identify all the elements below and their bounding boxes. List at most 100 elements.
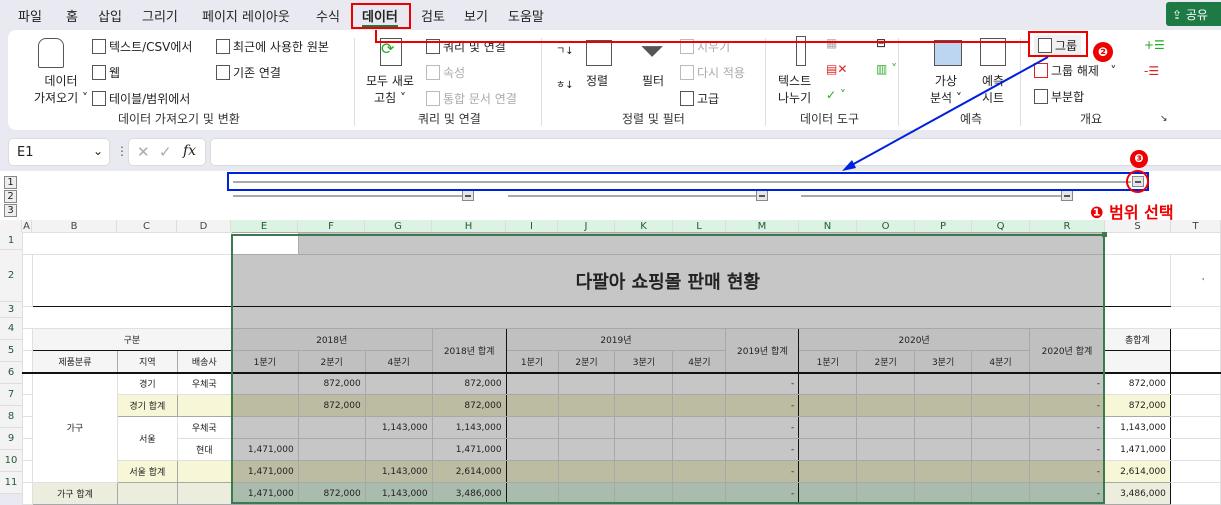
cell-empty[interactable] (614, 416, 674, 439)
cell-empty[interactable] (914, 482, 973, 505)
cell-empty[interactable] (798, 460, 858, 483)
cell-value-e[interactable] (230, 372, 299, 395)
cell-empty[interactable] (798, 416, 858, 439)
cell-empty[interactable] (798, 372, 858, 395)
cell-value-s[interactable]: 872,000 (1103, 372, 1171, 395)
row-header-2[interactable]: 2 (0, 250, 22, 302)
cell-empty[interactable] (971, 372, 1030, 395)
row-header-1[interactable]: 1 (0, 232, 22, 250)
cell-empty[interactable] (614, 482, 674, 505)
cell-empty[interactable] (672, 460, 727, 483)
cell-value-h[interactable]: 1,471,000 (431, 438, 507, 461)
cell-empty[interactable] (856, 372, 916, 395)
cell-value-g[interactable]: 1,143,000 (364, 482, 433, 505)
cell-value-e[interactable]: 1,471,000 (230, 460, 299, 483)
cell-value-f[interactable] (297, 460, 366, 483)
row-header-11[interactable]: 11 (0, 472, 22, 494)
cell-empty[interactable] (914, 460, 973, 483)
cell-value-r[interactable]: - (1028, 372, 1105, 395)
cell-value-s[interactable]: 2,614,000 (1103, 460, 1171, 483)
cell-empty[interactable] (614, 394, 674, 417)
cell-empty[interactable] (914, 372, 973, 395)
cell-value-f[interactable]: 872,000 (297, 372, 366, 395)
cell-value-r[interactable]: - (1028, 438, 1105, 461)
cell-shipper[interactable]: 우체국 (176, 416, 232, 439)
cell-value-r[interactable]: - (1028, 482, 1105, 505)
cell-value-s[interactable]: 1,143,000 (1103, 416, 1171, 439)
row-header-3[interactable]: 3 (0, 302, 22, 318)
cell-empty[interactable] (672, 438, 727, 461)
cell-value-m[interactable]: - (725, 394, 800, 417)
cell-value-s[interactable]: 1,471,000 (1103, 438, 1171, 461)
cell-empty[interactable] (856, 482, 916, 505)
cell-region-subtotal[interactable]: 경기 합계 (116, 394, 178, 417)
cell-empty[interactable] (672, 482, 727, 505)
cell-value-s[interactable]: 3,486,000 (1103, 482, 1171, 505)
cell-empty[interactable] (971, 394, 1030, 417)
cell-empty[interactable] (798, 394, 858, 417)
cell-empty[interactable] (971, 482, 1030, 505)
cell-shipper[interactable]: 현대 (176, 438, 232, 461)
cell-region[interactable]: 경기 (116, 372, 178, 395)
cell-value-e[interactable] (230, 416, 299, 439)
row-header-5[interactable]: 5 (0, 340, 22, 362)
cell-product[interactable]: 가구 (31, 372, 118, 483)
cell-value-h[interactable]: 872,000 (431, 372, 507, 395)
cell-value-m[interactable]: - (725, 460, 800, 483)
cell-value-r[interactable]: - (1028, 394, 1105, 417)
cell-empty[interactable] (505, 438, 559, 461)
cell-empty[interactable] (505, 416, 559, 439)
cell-value-g[interactable] (364, 372, 433, 395)
cell-value-m[interactable]: - (725, 416, 800, 439)
cell-empty[interactable] (557, 438, 616, 461)
cell-value-h[interactable]: 3,486,000 (431, 482, 507, 505)
cell-empty[interactable] (914, 416, 973, 439)
cell-empty[interactable] (914, 394, 973, 417)
cell-empty[interactable] (914, 438, 973, 461)
cell-value-g[interactable]: 1,143,000 (364, 460, 433, 483)
cell-value-g[interactable] (364, 438, 433, 461)
cell-empty[interactable] (557, 482, 616, 505)
cell-empty[interactable] (505, 460, 559, 483)
cell-value-m[interactable]: - (725, 372, 800, 395)
cell-empty[interactable] (971, 460, 1030, 483)
cell-empty[interactable] (856, 394, 916, 417)
cell-empty[interactable] (672, 416, 727, 439)
cell-empty[interactable] (557, 460, 616, 483)
cell-value-f[interactable] (297, 438, 366, 461)
cell-empty[interactable] (557, 372, 616, 395)
cell-value-h[interactable]: 2,614,000 (431, 460, 507, 483)
cell-empty[interactable] (971, 416, 1030, 439)
cell-empty[interactable] (798, 438, 858, 461)
cell-value-g[interactable] (364, 394, 433, 417)
cell-empty[interactable] (614, 372, 674, 395)
cell-value-r[interactable]: - (1028, 460, 1105, 483)
cell-value-f[interactable]: 872,000 (297, 394, 366, 417)
cell-value-s[interactable]: 872,000 (1103, 394, 1171, 417)
row-header-9[interactable]: 9 (0, 428, 22, 450)
cell-value-e[interactable]: 1,471,000 (230, 482, 299, 505)
row-header-7[interactable]: 7 (0, 384, 22, 406)
cell-empty[interactable] (856, 460, 916, 483)
cell-value-e[interactable]: 1,471,000 (230, 438, 299, 461)
row-header-10[interactable]: 10 (0, 450, 22, 472)
row-header-6[interactable]: 6 (0, 362, 22, 384)
cell-empty[interactable] (672, 394, 727, 417)
cell-value-g[interactable]: 1,143,000 (364, 416, 433, 439)
cell-region-subtotal[interactable]: 서울 합계 (116, 460, 178, 483)
row-header-4[interactable]: 4 (0, 318, 22, 340)
cell-value-e[interactable] (230, 394, 299, 417)
cell-empty[interactable] (798, 482, 858, 505)
cell-empty[interactable] (971, 438, 1030, 461)
cell-region[interactable]: 서울 (116, 416, 178, 461)
cell-empty[interactable] (672, 372, 727, 395)
cell-product-subtotal[interactable]: 가구 합계 (31, 482, 118, 505)
cell-empty[interactable] (614, 438, 674, 461)
cell-value-m[interactable]: - (725, 438, 800, 461)
cell-empty[interactable] (557, 394, 616, 417)
cell-empty[interactable] (856, 416, 916, 439)
cell-value-h[interactable]: 872,000 (431, 394, 507, 417)
cell-shipper[interactable]: 우체국 (176, 372, 232, 395)
cell-empty[interactable] (856, 438, 916, 461)
cell-empty[interactable] (505, 372, 559, 395)
